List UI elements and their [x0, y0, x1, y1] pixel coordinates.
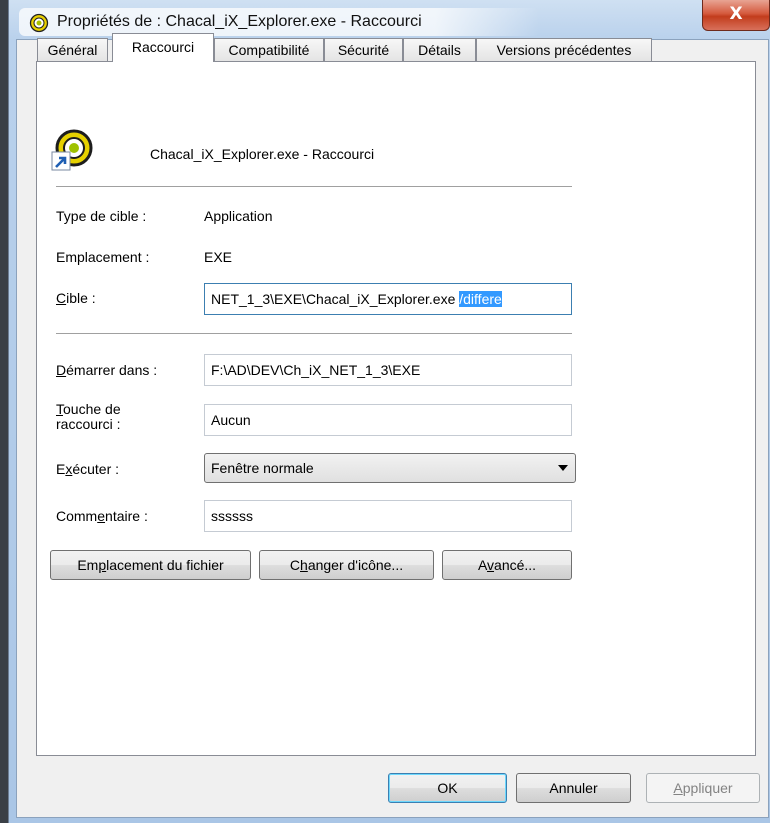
separator-2: [56, 333, 572, 334]
close-button[interactable]: X: [702, 0, 770, 31]
target-type-value: Application: [204, 208, 273, 224]
run-combobox-value: Fenêtre normale: [211, 460, 314, 476]
shortcut-app-icon: [51, 129, 93, 171]
target-label: Cible :: [56, 290, 96, 306]
target-input-text: NET_1_3\EXE\Chacal_iX_Explorer.exe: [211, 291, 460, 307]
tab-compatibility[interactable]: Compatibilité: [214, 38, 324, 61]
comment-input[interactable]: ssssss: [204, 500, 572, 532]
separator-1: [56, 186, 572, 187]
run-label: Exécuter :: [56, 461, 120, 477]
run-combobox[interactable]: Fenêtre normale: [204, 453, 576, 483]
target-type-label: Type de cible :: [56, 208, 147, 224]
shortcut-key-label: Touche de raccourci :: [56, 401, 121, 432]
window-title: Propriétés de : Chacal_iX_Explorer.exe -…: [57, 13, 422, 30]
tab-general[interactable]: Général: [37, 38, 108, 61]
apply-button[interactable]: Appliquer: [646, 773, 760, 803]
ok-button[interactable]: OK: [388, 773, 507, 803]
start-in-label: Démarrer dans :: [56, 362, 158, 378]
start-in-input[interactable]: F:\AD\DEV\Ch_iX_NET_1_3\EXE: [204, 354, 572, 386]
tab-shortcut[interactable]: Raccourci: [112, 33, 214, 62]
shortcut-name: Chacal_iX_Explorer.exe - Raccourci: [150, 146, 375, 162]
location-value: EXE: [204, 249, 233, 265]
advanced-button[interactable]: Avancé...: [442, 550, 572, 580]
target-input[interactable]: NET_1_3\EXE\Chacal_iX_Explorer.exe /diff…: [204, 283, 572, 315]
dropdown-arrow-icon: [558, 465, 568, 471]
change-icon-button[interactable]: Changer d'icône...: [259, 550, 434, 580]
cancel-button[interactable]: Annuler: [516, 773, 631, 803]
comment-label: Commentaire :: [56, 508, 148, 524]
shortcut-key-input[interactable]: Aucun: [204, 404, 572, 436]
app-icon: [29, 13, 49, 33]
tab-details[interactable]: Détails: [403, 38, 476, 61]
target-input-selection: /differe: [459, 291, 502, 307]
tab-previous-versions[interactable]: Versions précédentes: [476, 38, 652, 61]
location-label: Emplacement :: [56, 249, 150, 265]
open-file-location-button[interactable]: Emplacement du fichier: [50, 550, 251, 580]
tab-security[interactable]: Sécurité: [324, 38, 403, 61]
